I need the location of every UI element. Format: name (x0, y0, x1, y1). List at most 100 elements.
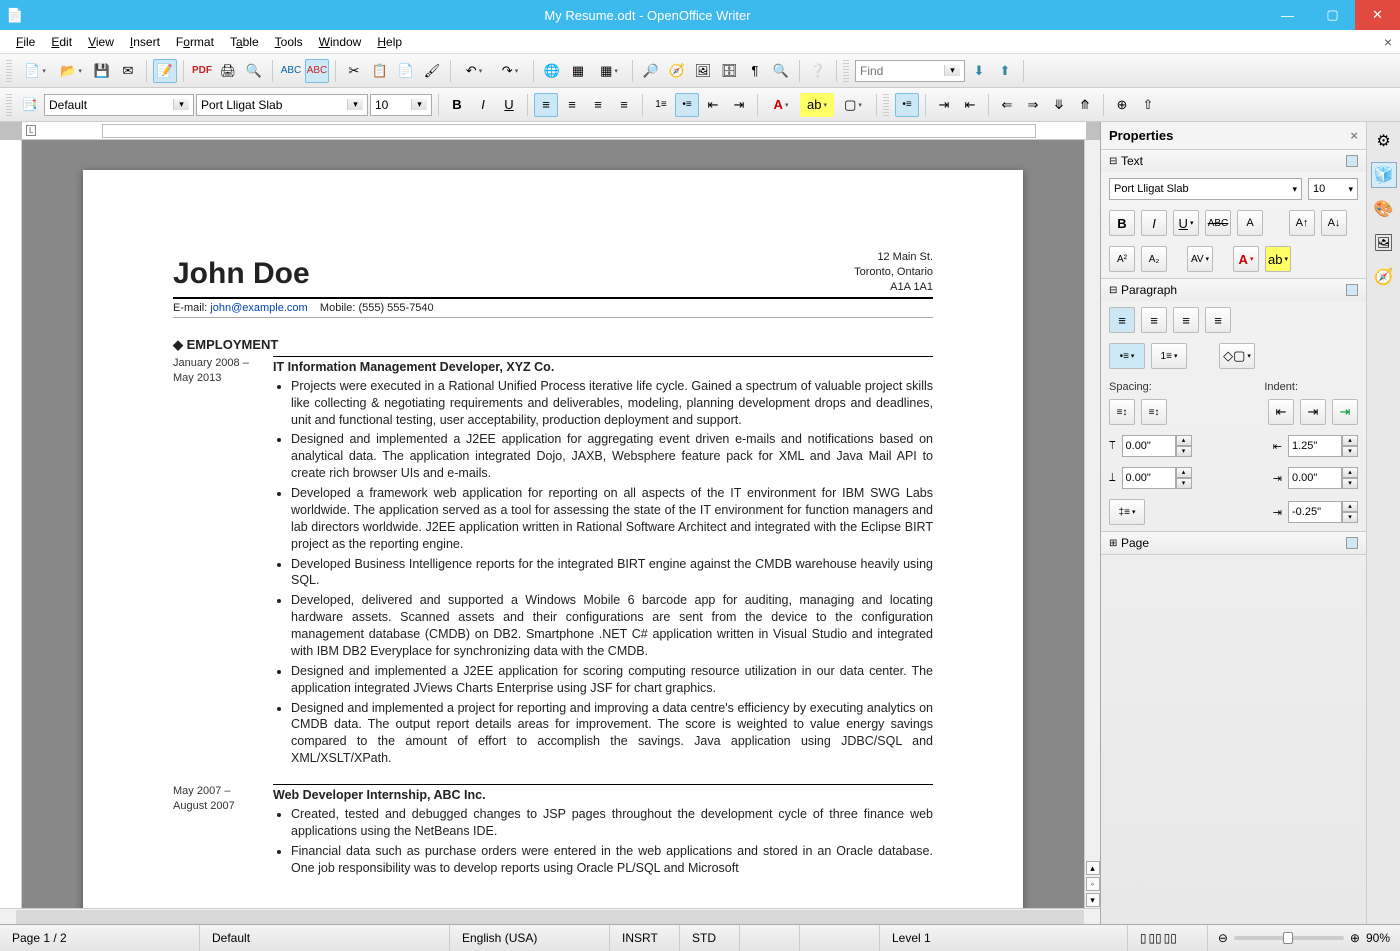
book-view-icon[interactable]: ▯▯ (1164, 931, 1177, 945)
menu-edit[interactable]: Edit (43, 35, 80, 49)
indent-first-input[interactable]: ▴▾ (1288, 501, 1358, 523)
find-combo[interactable]: ▾ (855, 60, 965, 82)
gallery-tab-icon[interactable]: 🖼 (1371, 230, 1397, 256)
print-preview-button[interactable]: 🔍 (242, 59, 266, 83)
prop-font-combo[interactable]: Port Lligat Slab▾ (1109, 178, 1302, 200)
toolbar-handle[interactable] (6, 60, 12, 82)
prop-align-right-button[interactable]: ≡ (1173, 307, 1199, 333)
move-down-sub-button[interactable]: ⤋ (1047, 93, 1071, 117)
demote-button[interactable]: ⇥ (932, 93, 956, 117)
vertical-scrollbar[interactable]: ▴ ◦ ▾ (1084, 140, 1100, 908)
zoom-button[interactable]: 🔍 (769, 59, 793, 83)
status-language[interactable]: English (USA) (450, 925, 610, 951)
move-up-sub-button[interactable]: ⤊ (1073, 93, 1097, 117)
prop-highlight-button[interactable]: ab (1265, 246, 1291, 272)
decrease-indent-button[interactable]: ⇤ (701, 93, 725, 117)
menu-tools[interactable]: Tools (267, 35, 311, 49)
page-canvas[interactable]: John Doe 12 Main St. Toronto, Ontario A1… (83, 170, 1023, 908)
autospellcheck-button[interactable]: ABC (305, 59, 329, 83)
insert-table-button[interactable]: ▦ (592, 59, 626, 83)
email-link[interactable]: john@example.com (210, 302, 307, 314)
align-justify-button[interactable]: ≡ (612, 93, 636, 117)
align-left-button[interactable]: ≡ (534, 93, 558, 117)
menu-help[interactable]: Help (369, 35, 410, 49)
prop-align-justify-button[interactable]: ≡ (1205, 307, 1231, 333)
prop-numbering-button[interactable]: 1≡ (1151, 343, 1187, 369)
help-button[interactable]: ❔ (806, 59, 830, 83)
menu-table[interactable]: Table (222, 35, 267, 49)
multi-page-icon[interactable]: ▯▯ (1148, 931, 1161, 945)
edit-file-button[interactable]: 📝 (153, 59, 177, 83)
indent-right-input[interactable]: ▴▾ (1288, 467, 1358, 489)
line-spacing-button[interactable]: ‡≡ (1109, 499, 1145, 525)
underline-button[interactable]: U (497, 93, 521, 117)
save-button[interactable]: 💾 (90, 59, 114, 83)
status-style[interactable]: Default (200, 925, 450, 951)
copy-button[interactable]: 📋 (368, 59, 392, 83)
sidebar-settings-icon[interactable]: ⚙ (1371, 128, 1397, 154)
find-input[interactable] (860, 64, 940, 78)
prop-italic-button[interactable]: I (1141, 210, 1167, 236)
status-selection-mode[interactable]: STD (680, 925, 740, 951)
move-left-button[interactable]: ⇐ (995, 93, 1019, 117)
format-paintbrush-button[interactable]: 🖌 (420, 59, 444, 83)
find-toolbar-handle[interactable] (843, 60, 849, 82)
close-button[interactable]: ✕ (1355, 0, 1400, 30)
dec-spacing-button[interactable]: ≡↕ (1141, 399, 1167, 425)
new-doc-button[interactable]: 📄 (18, 59, 52, 83)
insert-unnumbered-button[interactable]: ⊕ (1110, 93, 1134, 117)
paste-button[interactable]: 📄 (394, 59, 418, 83)
menu-insert[interactable]: Insert (122, 35, 168, 49)
bulleted-list-button[interactable]: •≡ (675, 93, 699, 117)
bold-button[interactable]: B (445, 93, 469, 117)
indent-left-input[interactable]: ▴▾ (1288, 435, 1358, 457)
navigation-icon[interactable]: ◦ (1086, 877, 1100, 891)
hanging-indent-button[interactable]: ⇥ (1332, 399, 1358, 425)
properties-close-icon[interactable]: × (1350, 128, 1358, 143)
email-button[interactable]: ✉ (116, 59, 140, 83)
promote-button[interactable]: ⇤ (958, 93, 982, 117)
prop-size-combo[interactable]: 10▾ (1308, 178, 1358, 200)
toolbar-handle[interactable] (883, 94, 889, 116)
font-size-combo[interactable]: 10▾ (370, 94, 432, 116)
menu-window[interactable]: Window (311, 35, 370, 49)
prop-spacing-button[interactable]: AV (1187, 246, 1213, 272)
italic-button[interactable]: I (471, 93, 495, 117)
space-above-input[interactable]: ▴▾ (1122, 435, 1192, 457)
styles-button[interactable]: 📑 (18, 93, 42, 117)
menu-file[interactable]: File (8, 35, 43, 49)
prop-superscript-button[interactable]: A² (1109, 246, 1135, 272)
menu-view[interactable]: View (80, 35, 122, 49)
zoom-slider[interactable] (1234, 936, 1344, 940)
zoom-percent[interactable]: 90% (1366, 931, 1390, 945)
prop-strike-button[interactable]: ABC (1205, 210, 1231, 236)
increase-indent-button[interactable]: ⇥ (727, 93, 751, 117)
zoom-in-icon[interactable]: ⊕ (1350, 931, 1360, 945)
page-section-header[interactable]: ⊞Page (1101, 532, 1366, 554)
datasources-button[interactable]: 🗄 (717, 59, 741, 83)
find-prev-button[interactable]: ⬆ (993, 59, 1017, 83)
status-insert-mode[interactable]: INSRT (610, 925, 680, 951)
next-page-icon[interactable]: ▾ (1086, 893, 1100, 907)
navigator-button[interactable]: 🧭 (665, 59, 689, 83)
hyperlink-button[interactable]: 🌐 (540, 59, 564, 83)
print-button[interactable]: 🖨 (216, 59, 240, 83)
prop-align-left-button[interactable]: ≡ (1109, 307, 1135, 333)
prop-bgcolor-button[interactable]: ◇▢ (1219, 343, 1255, 369)
cut-button[interactable]: ✂ (342, 59, 366, 83)
navigator-tab-icon[interactable]: 🧭 (1371, 264, 1397, 290)
prop-underline-button[interactable]: U (1173, 210, 1199, 236)
open-button[interactable]: 📂 (54, 59, 88, 83)
document-scroll[interactable]: John Doe 12 Main St. Toronto, Ontario A1… (22, 140, 1084, 908)
toolbar-handle[interactable] (6, 94, 12, 116)
align-center-button[interactable]: ≡ (560, 93, 584, 117)
prop-bold-button[interactable]: B (1109, 210, 1135, 236)
table-button[interactable]: ▦ (566, 59, 590, 83)
redo-button[interactable]: ↷ (493, 59, 527, 83)
prop-shadow-button[interactable]: A (1237, 210, 1263, 236)
status-page[interactable]: Page 1 / 2 (0, 925, 200, 951)
horizontal-scrollbar[interactable] (0, 908, 1100, 924)
prop-increase-font-button[interactable]: A↑ (1289, 210, 1315, 236)
styles-tab-icon[interactable]: 🎨 (1371, 196, 1397, 222)
properties-tab-icon[interactable]: 🧊 (1371, 162, 1397, 188)
